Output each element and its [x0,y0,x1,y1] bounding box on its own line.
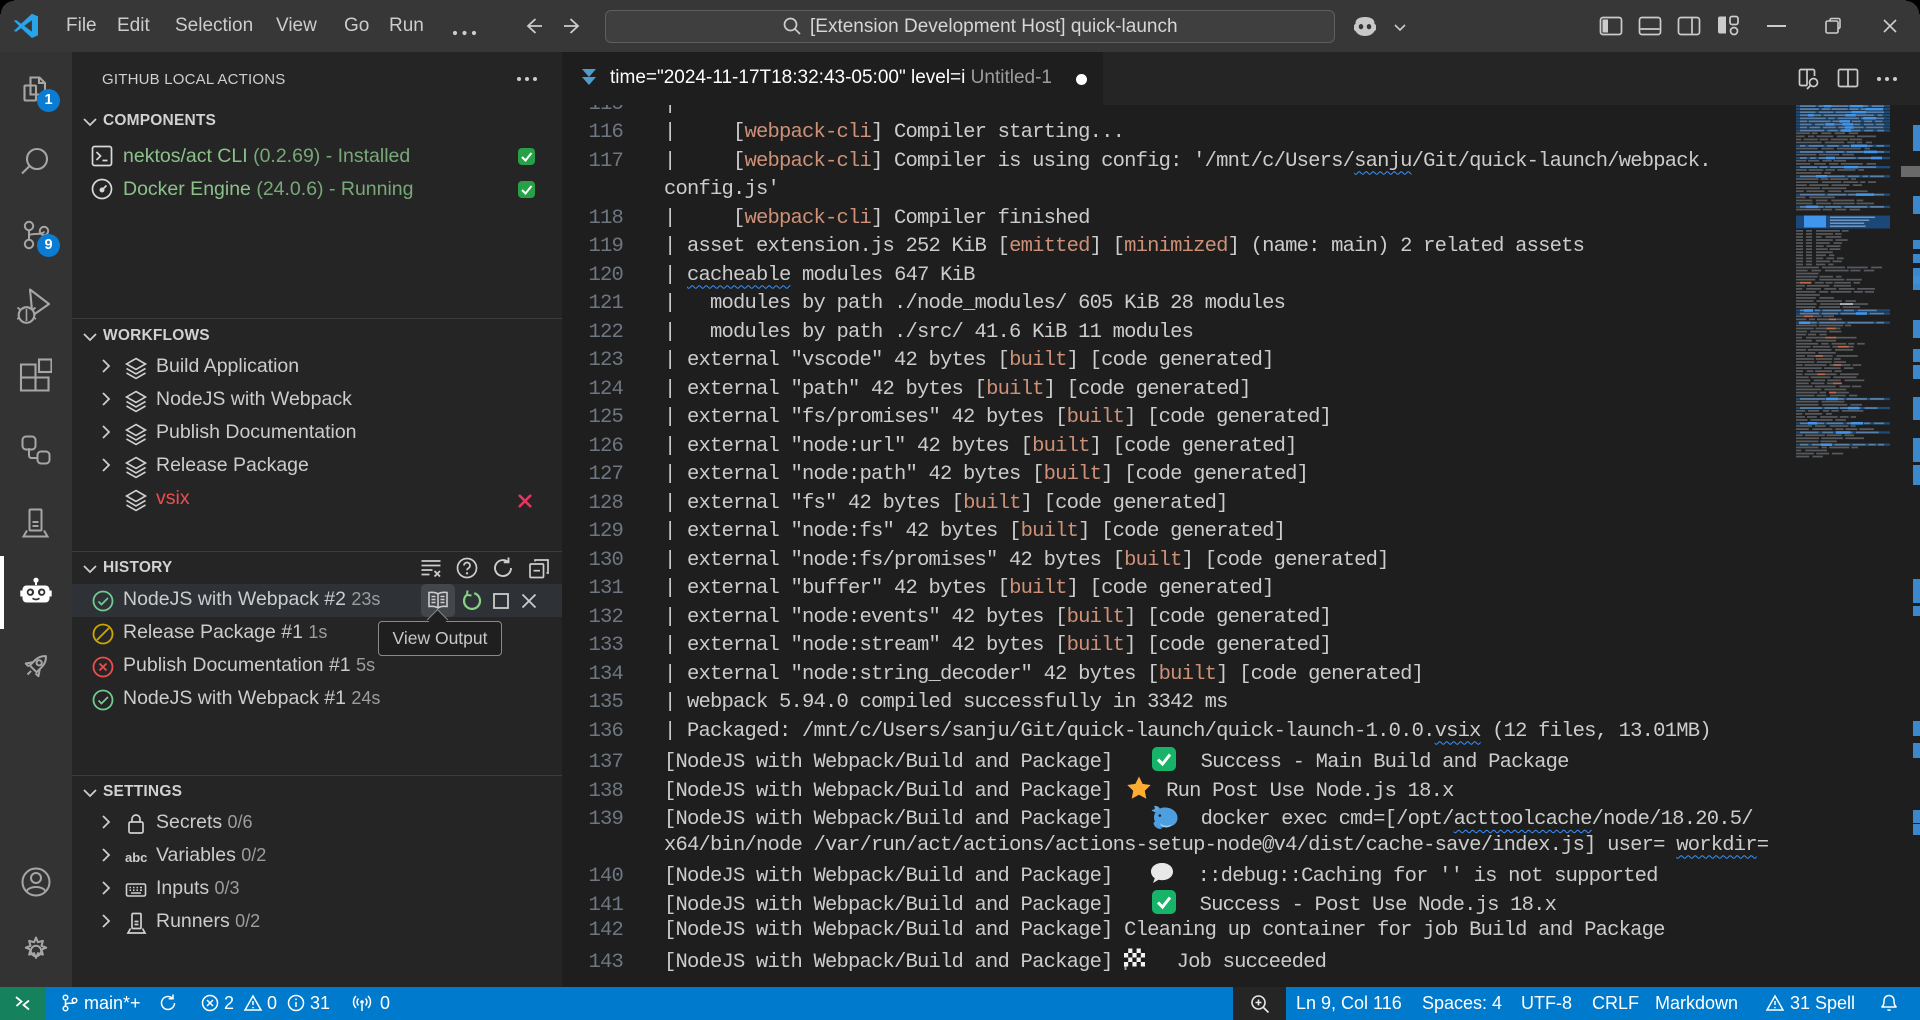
svg-text:abc: abc [125,850,147,865]
